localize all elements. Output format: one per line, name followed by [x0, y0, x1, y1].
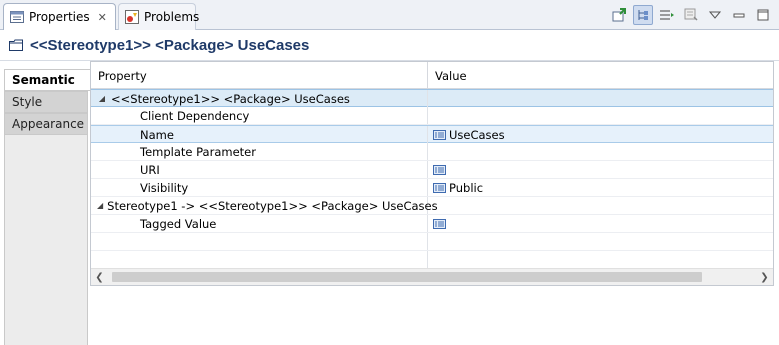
maximize-icon[interactable] [753, 5, 773, 25]
tab-problems-label: Problems [144, 10, 200, 24]
scroll-right-icon[interactable]: ❯ [756, 269, 773, 285]
collapse-triangle-icon[interactable]: ◢ [97, 94, 107, 103]
empty-row [91, 233, 773, 251]
close-icon[interactable]: ✕ [98, 11, 107, 24]
value-cell[interactable] [428, 197, 773, 214]
property-cell: Visibility [91, 179, 428, 196]
restore-default-icon[interactable] [681, 5, 701, 25]
tab-style[interactable]: Style [4, 91, 88, 113]
pin-icon[interactable] [609, 5, 629, 25]
property-cell: Template Parameter [91, 143, 428, 160]
value-cell[interactable] [428, 215, 773, 232]
property-cell: Client Dependency [91, 107, 428, 124]
properties-header: <<Stereotype1>> <Package> UseCases [0, 30, 779, 61]
property-name: URI [140, 162, 160, 177]
table-rows: ◢ <<Stereotype1>> <Package> UseCases Cli… [91, 89, 773, 269]
problems-view-icon [125, 10, 139, 24]
literal-list-icon [433, 182, 446, 193]
value-cell[interactable] [428, 161, 773, 178]
tab-semantic[interactable]: Semantic [4, 69, 90, 91]
empty-cell [91, 251, 428, 268]
value-cell[interactable]: Public [428, 179, 773, 196]
empty-row [91, 251, 773, 269]
property-name: Tagged Value [140, 216, 217, 231]
property-name: Template Parameter [140, 144, 256, 159]
view-tab-strip: Properties ✕ Problems [0, 0, 779, 30]
empty-cell [91, 233, 428, 250]
value-cell[interactable]: UseCases [428, 126, 773, 143]
property-value: UseCases [449, 127, 505, 142]
table-row[interactable]: Visibility Public [91, 179, 773, 197]
literal-list-icon [433, 129, 446, 140]
table-row[interactable]: Name UseCases [91, 125, 773, 143]
table-row[interactable]: ◢ Stereotype1 -> <<Stereotype1>> <Packag… [91, 197, 773, 215]
horizontal-scrollbar[interactable]: ❮ ❯ [91, 268, 773, 285]
table-row[interactable]: ◢ <<Stereotype1>> <Package> UseCases [91, 89, 773, 107]
section-tabs: Style Appearance Semantic [0, 61, 90, 345]
table-row[interactable]: URI [91, 161, 773, 179]
properties-view-icon [10, 11, 24, 23]
table-header: Property Value [91, 62, 773, 89]
value-cell[interactable] [428, 107, 773, 124]
scrollbar-thumb[interactable] [112, 272, 702, 282]
scroll-left-icon[interactable]: ❮ [91, 269, 108, 285]
show-categories-icon[interactable] [633, 5, 653, 25]
tab-problems[interactable]: Problems [118, 3, 200, 30]
table-row[interactable]: Template Parameter [91, 143, 773, 161]
view-menu-icon[interactable] [705, 5, 725, 25]
section-tabs-background [4, 135, 88, 345]
tab-properties[interactable]: Properties ✕ [3, 3, 116, 30]
property-name: Name [140, 127, 174, 142]
property-table: Property Value ◢ <<Stereotype1>> <Packag… [90, 61, 774, 286]
table-row[interactable]: Client Dependency [91, 107, 773, 125]
value-cell[interactable] [428, 90, 773, 107]
property-name: Stereotype1 -> <<Stereotype1>> <Package>… [107, 198, 438, 213]
collapse-triangle-icon[interactable]: ◢ [97, 201, 103, 210]
page-title: <<Stereotype1>> <Package> UseCases [30, 36, 310, 54]
folder-icon [9, 39, 23, 51]
property-value: Public [449, 180, 484, 195]
literal-list-icon [433, 218, 446, 229]
property-name: Visibility [140, 180, 189, 195]
minimize-icon[interactable] [729, 5, 749, 25]
show-advanced-icon[interactable] [657, 5, 677, 25]
literal-list-icon [433, 164, 446, 175]
value-cell[interactable] [428, 143, 773, 160]
column-header-value[interactable]: Value [428, 62, 773, 89]
property-cell: URI [91, 161, 428, 178]
property-cell: Name [91, 126, 428, 143]
column-header-property[interactable]: Property [91, 62, 428, 89]
property-cell: Tagged Value [91, 215, 428, 232]
view-toolbar [609, 5, 773, 25]
property-name: Client Dependency [140, 108, 250, 123]
tab-properties-label: Properties [29, 10, 90, 24]
property-cell: ◢ <<Stereotype1>> <Package> UseCases [91, 90, 428, 107]
property-cell: ◢ Stereotype1 -> <<Stereotype1>> <Packag… [91, 197, 438, 214]
table-row[interactable]: Tagged Value [91, 215, 773, 233]
tab-appearance[interactable]: Appearance [4, 113, 88, 135]
property-name: <<Stereotype1>> <Package> UseCases [111, 91, 350, 106]
